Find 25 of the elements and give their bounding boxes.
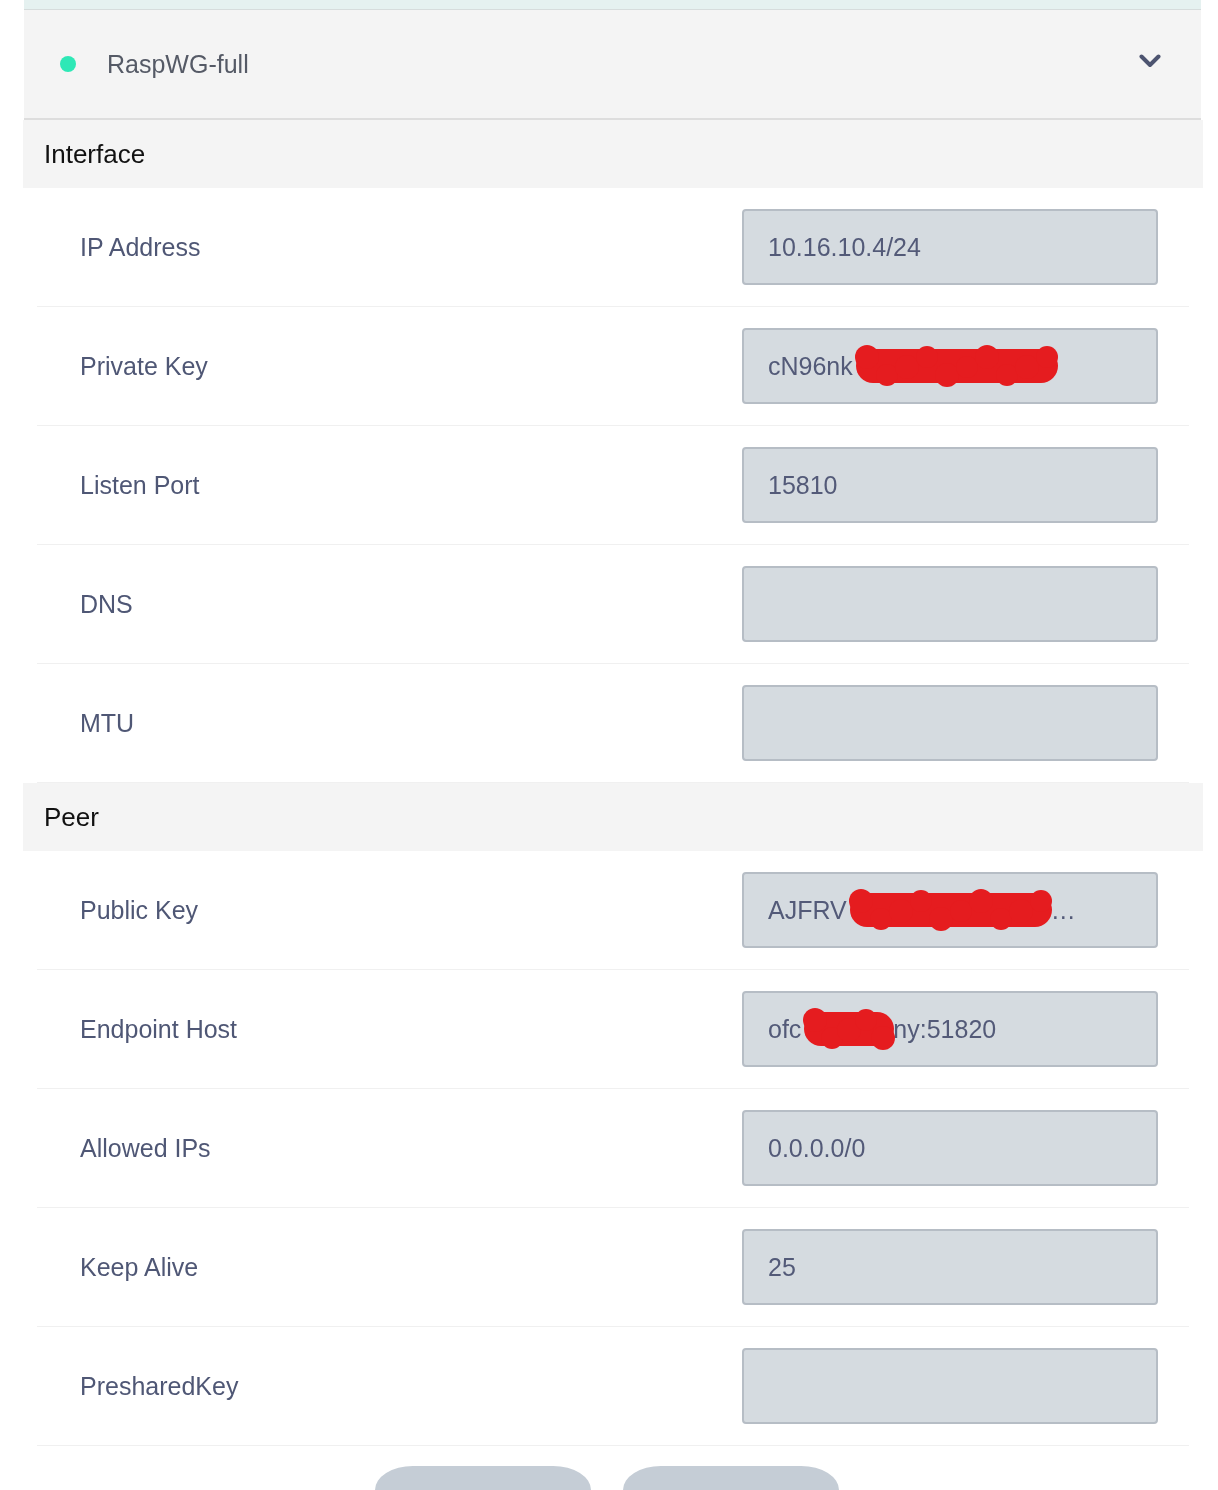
field-label: IP Address [80,232,201,262]
chevron-icon[interactable] [1139,54,1161,68]
field-label: Allowed IPs [80,1133,211,1163]
field-label: Endpoint Host [80,1014,238,1044]
field-label: MTU [80,708,135,738]
input-field[interactable]: AJFRV … [742,872,1158,948]
section-title: Interface [44,138,146,170]
field-label: Public Key [80,895,199,925]
field-label: PresharedKey [80,1371,239,1401]
section-title: Peer [44,801,99,833]
input-field[interactable]: 0.0.0.0/0 [742,1110,1158,1186]
field-label: Keep Alive [80,1252,199,1282]
input-field[interactable]: ofc ny:51820 [742,991,1158,1067]
input-field[interactable]: cN96nk [742,328,1158,404]
field-label: DNS [80,589,133,619]
input-field[interactable]: 10.16.10.4/24 [742,209,1158,285]
tunnel-name: RaspWG-full [107,49,249,79]
input-field[interactable]: 25 [742,1229,1158,1305]
input-field[interactable] [742,566,1158,642]
input-field[interactable] [742,1348,1158,1424]
field-label: Listen Port [80,470,200,500]
input-field[interactable] [742,685,1158,761]
field-label: Private Key [80,351,208,381]
tunnel-header[interactable]: RaspWG-full [24,10,1201,120]
input-field[interactable]: 15810 [742,447,1158,523]
